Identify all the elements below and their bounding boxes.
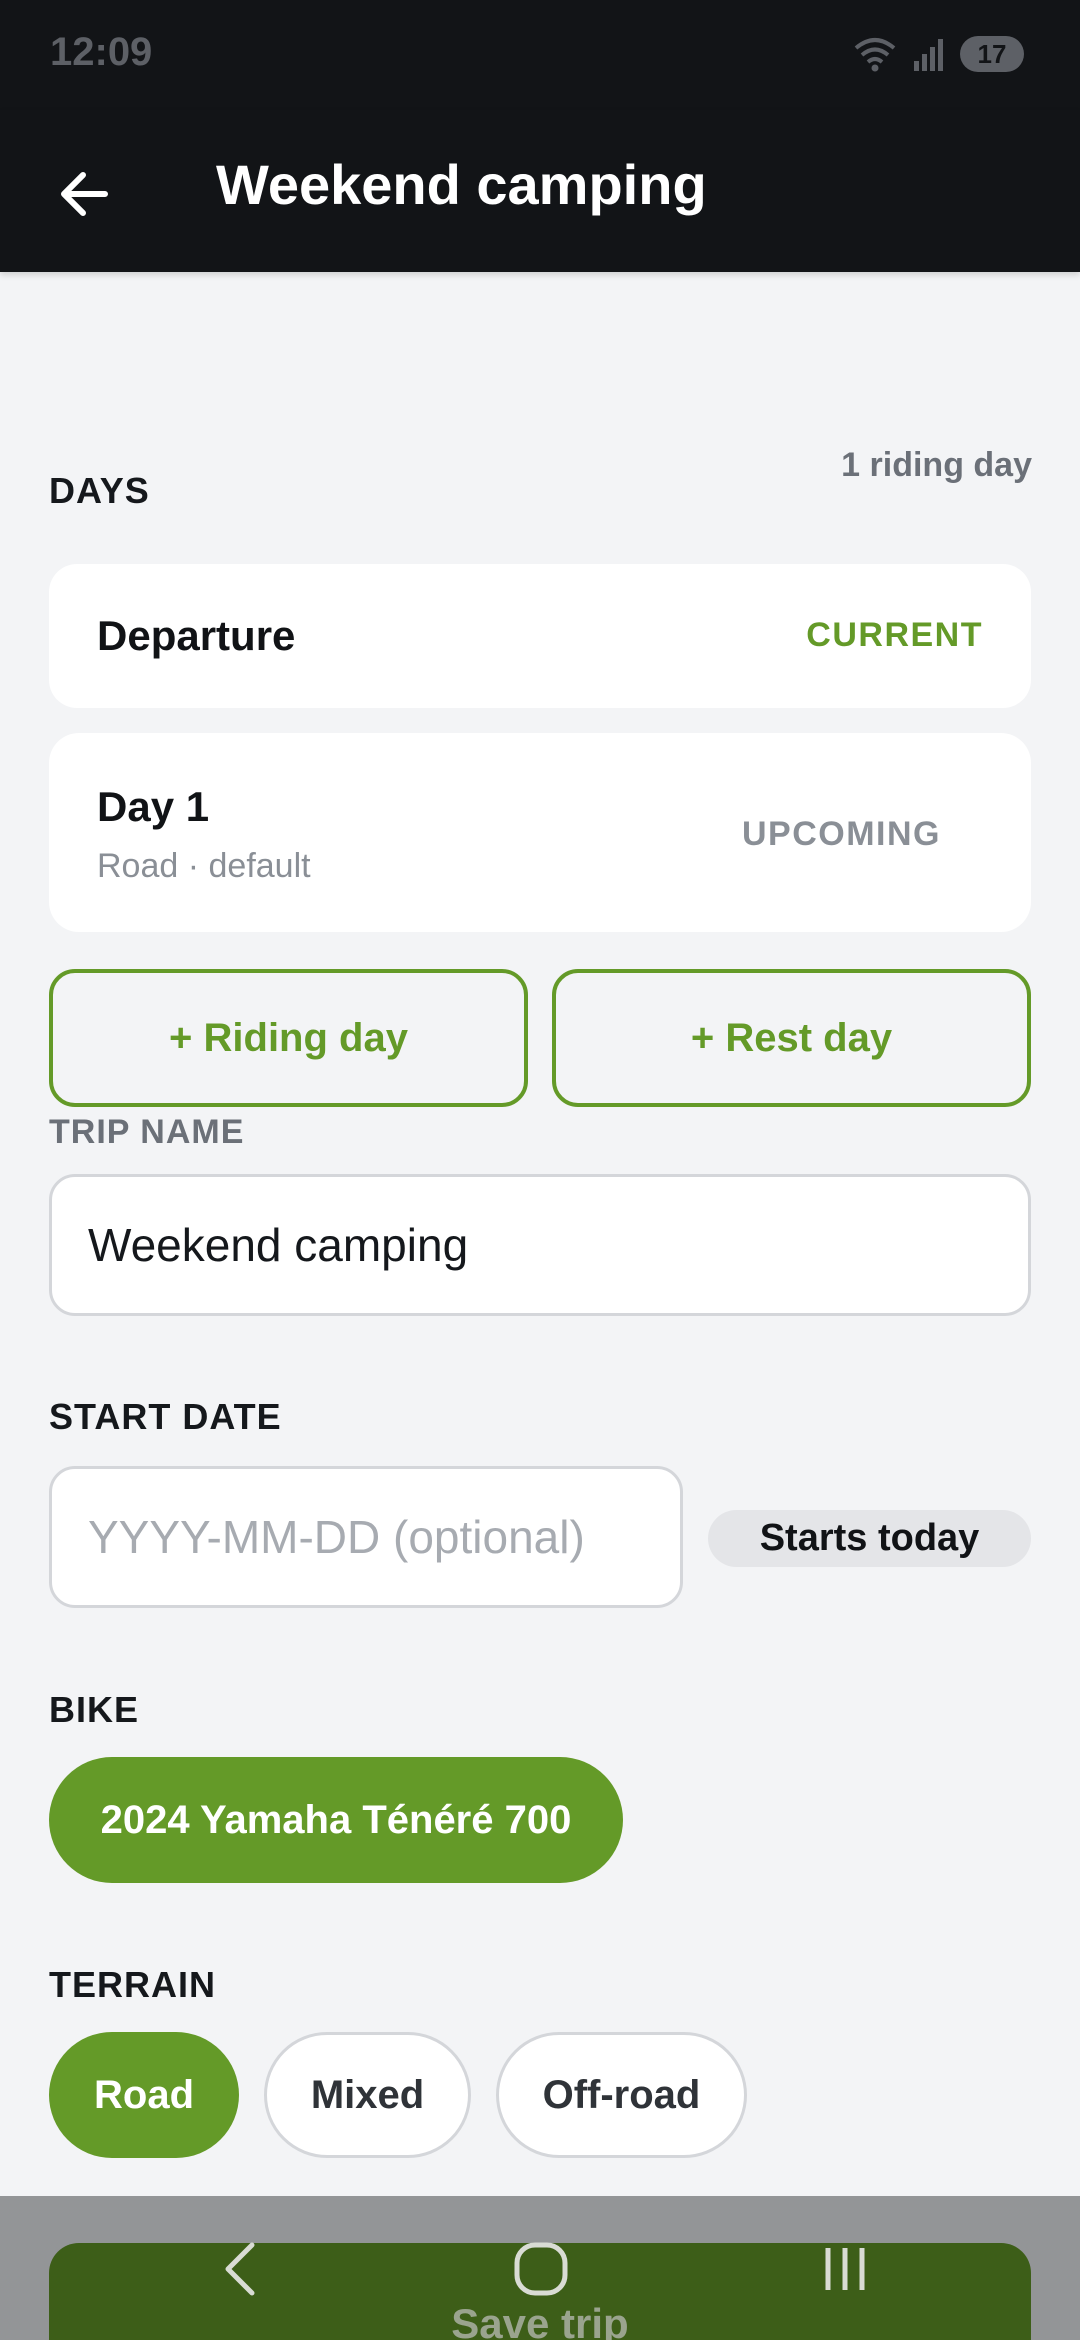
day-card-day-1[interactable]: Day 1 Road · default UPCOMING [49,733,1031,932]
bike-chip-selected[interactable]: 2024 Yamaha Ténéré 700 [49,1757,623,1883]
battery-indicator: 17 [960,36,1024,72]
wifi-icon [854,38,896,72]
riding-day-count: 1 riding day [841,446,1032,484]
terrain-option-road[interactable]: Road [49,2032,239,2158]
page-title: Weekend camping [216,153,707,216]
trip-name-input[interactable]: Weekend camping [49,1174,1031,1316]
nav-back-key[interactable] [205,2234,275,2304]
save-trip-label: Save trip [451,2300,629,2340]
bike-label: BIKE [49,1689,140,1730]
day-subtitle: Road · default [97,847,311,885]
nav-home-icon [514,2242,568,2296]
trip-name-label: TRIP NAME [49,1113,245,1151]
add-rest-day-button[interactable]: + Rest day [552,969,1031,1107]
terrain-option-mixed[interactable]: Mixed [264,2032,471,2158]
status-icons: 17 [852,34,1024,74]
day-title: Departure [97,612,296,659]
day-card-departure[interactable]: Departure CURRENT [49,564,1031,708]
start-date-label: START DATE [49,1396,282,1437]
days-section-label: DAYS [49,470,150,511]
day-status-badge: UPCOMING [742,815,941,853]
nav-home-key[interactable] [506,2234,576,2304]
nav-recents-icon [825,2248,865,2290]
arrow-left-icon [61,172,108,216]
back-button[interactable] [44,154,124,234]
day-title: Day 1 [97,783,210,830]
terrain-option-off-road[interactable]: Off-road [496,2032,747,2158]
add-riding-day-button[interactable]: + Riding day [49,969,528,1107]
app-bar: Weekend camping [0,110,1080,272]
trip-name-value: Weekend camping [88,1219,469,1271]
start-date-placeholder: YYYY-MM-DD (optional) [88,1511,585,1563]
day-status-badge: CURRENT [806,616,983,654]
starts-today-chip: Starts today [708,1510,1031,1567]
status-time: 12:09 [50,30,153,74]
start-date-input[interactable]: YYYY-MM-DD (optional) [49,1466,683,1608]
nav-recents-key[interactable] [810,2234,880,2304]
signal-icon [914,39,943,71]
status-bar: 12:09 17 [0,0,1080,110]
nav-back-icon [225,2242,255,2296]
terrain-label: TERRAIN [49,1964,216,2005]
